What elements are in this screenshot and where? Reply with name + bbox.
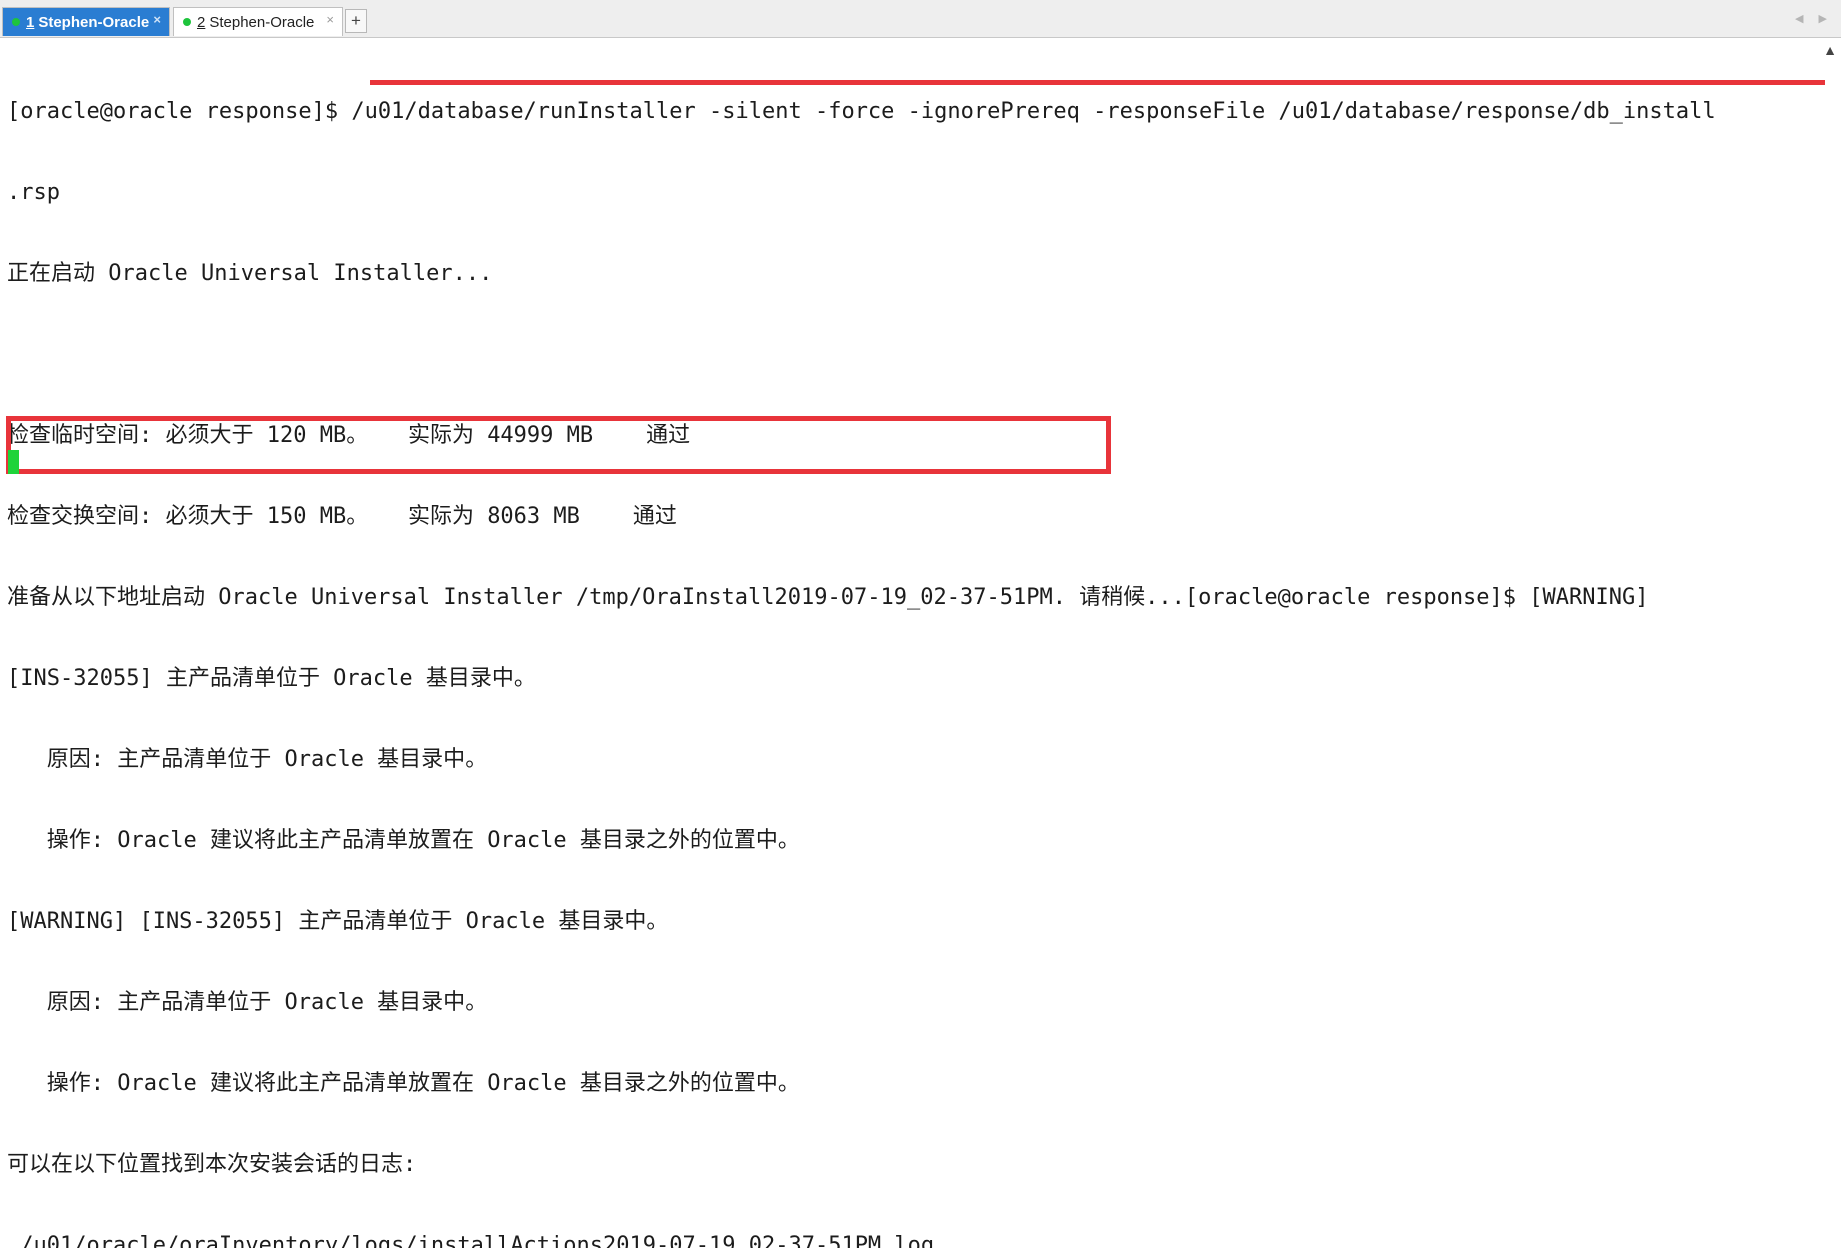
log-path-highlight-box — [6, 416, 1111, 474]
tab-scroll-arrows-icon[interactable]: ◀ ▶ — [1795, 12, 1833, 25]
command-highlight-underline — [370, 80, 1825, 85]
tab-number: 2 — [197, 13, 206, 31]
terminal-line: [INS-32055] 主产品清单位于 Oracle 基目录中。 — [7, 666, 536, 691]
close-icon[interactable]: × — [153, 12, 161, 27]
tab-label: Stephen-Oracle — [38, 13, 150, 31]
terminal-line: 可以在以下位置找到本次安装会话的日志: — [7, 1152, 417, 1177]
scroll-up-icon[interactable]: ▲ — [1823, 44, 1837, 60]
tab-label: Stephen-Oracle — [209, 13, 315, 31]
terminal-line: [oracle@oracle response]$ /u01/database/… — [7, 99, 1716, 124]
terminal-line: .rsp — [7, 180, 60, 205]
terminal-line: 操作: Oracle 建议将此主产品清单放置在 Oracle 基目录之外的位置中… — [7, 1071, 800, 1096]
terminal-line: 操作: Oracle 建议将此主产品清单放置在 Oracle 基目录之外的位置中… — [7, 828, 800, 853]
add-tab-button[interactable]: + — [345, 9, 367, 33]
terminal-output[interactable]: [oracle@oracle response]$ /u01/database/… — [7, 44, 1822, 1248]
terminal-line: [WARNING] [INS-32055] 主产品清单位于 Oracle 基目录… — [7, 909, 669, 934]
terminal-cursor — [8, 450, 19, 474]
tab-number: 1 — [26, 13, 35, 31]
terminal-line: 检查交换空间: 必须大于 150 MB。 实际为 8063 MB 通过 — [7, 504, 677, 529]
terminal-line: 原因: 主产品清单位于 Oracle 基目录中。 — [7, 990, 488, 1015]
terminal-line: /u01/oracle/oraInventory/logs/installAct… — [7, 1233, 935, 1248]
connection-status-icon — [12, 18, 20, 26]
terminal-line: 原因: 主产品清单位于 Oracle 基目录中。 — [7, 747, 488, 772]
tab-bar: 1 Stephen-Oracle × 2 Stephen-Oracle × + … — [0, 0, 1841, 38]
terminal-line: 正在启动 Oracle Universal Installer... — [7, 261, 493, 286]
vertical-scrollbar[interactable] — [1819, 38, 1841, 624]
close-icon[interactable]: × — [326, 12, 334, 27]
tab-session-1[interactable]: 1 Stephen-Oracle × — [2, 7, 170, 36]
connection-status-icon — [183, 18, 191, 26]
terminal-line: 准备从以下地址启动 Oracle Universal Installer /tm… — [7, 585, 1649, 610]
tab-session-2[interactable]: 2 Stephen-Oracle × — [173, 7, 343, 36]
